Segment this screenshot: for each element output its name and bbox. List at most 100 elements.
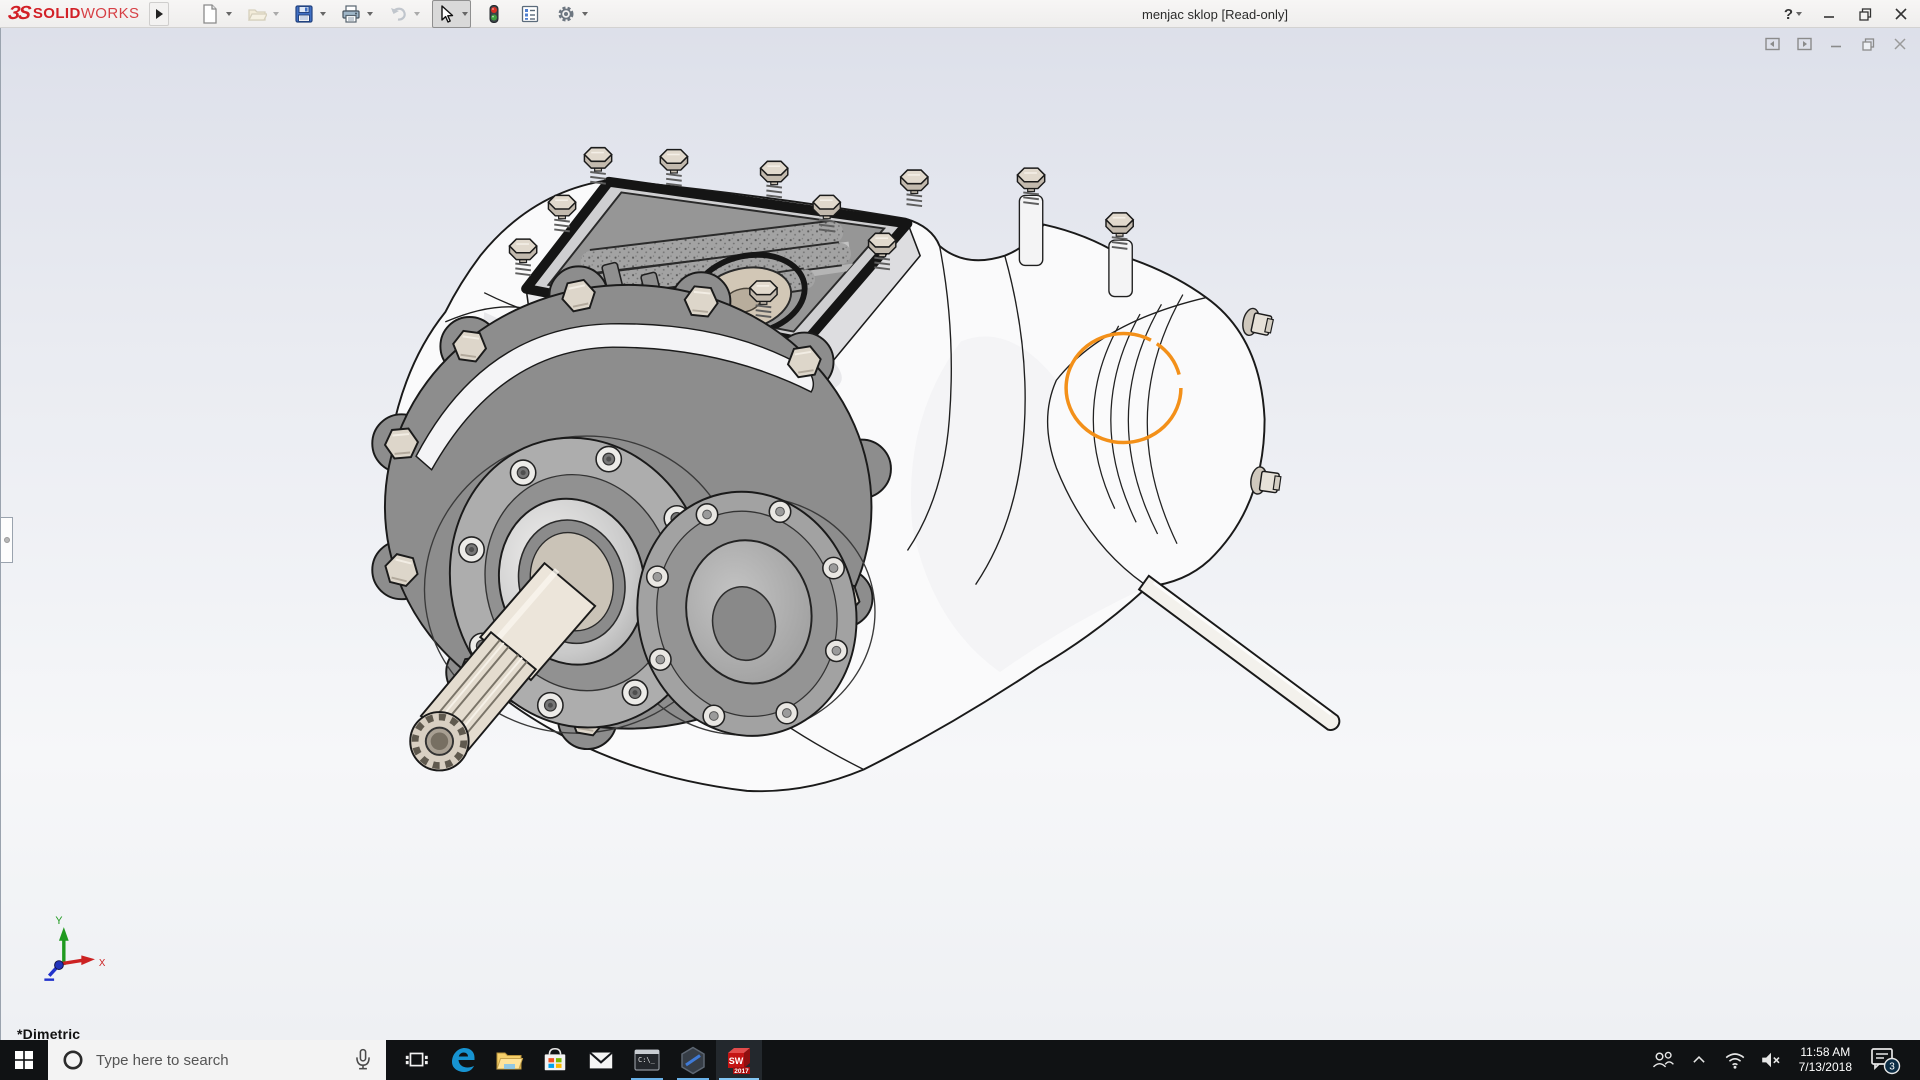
print-icon bbox=[341, 4, 361, 24]
svg-text:C:\_: C:\_ bbox=[638, 1056, 656, 1064]
chevron-up-icon bbox=[1688, 1049, 1710, 1071]
select-cursor-icon bbox=[436, 4, 456, 24]
output-shaft bbox=[1139, 576, 1339, 730]
wifi-icon bbox=[1723, 1048, 1747, 1072]
store-icon bbox=[541, 1046, 569, 1074]
taskbar-app-store[interactable] bbox=[532, 1040, 578, 1080]
quick-access-toolbar bbox=[197, 0, 598, 27]
save-button[interactable] bbox=[291, 1, 317, 27]
options-gear-icon bbox=[556, 4, 576, 24]
feature-panel-collapsed-tab[interactable] bbox=[1, 517, 13, 563]
document-window-controls bbox=[1760, 34, 1912, 54]
clock-time: 11:58 AM bbox=[1800, 1045, 1850, 1060]
taskbar-apps: C:\_ SW 2017 bbox=[394, 1040, 762, 1080]
solidworks-logo-icon: ЗS bbox=[6, 3, 30, 25]
toolbar-flyout-button[interactable] bbox=[149, 2, 169, 26]
file-properties-icon bbox=[520, 4, 540, 24]
rebuild-button[interactable] bbox=[481, 1, 507, 27]
system-tray: 11:58 AM 7/13/2018 3 bbox=[1647, 1040, 1920, 1080]
save-floppy-icon bbox=[294, 4, 314, 24]
window-controls: ? bbox=[1778, 0, 1916, 28]
volume-button[interactable] bbox=[1755, 1040, 1787, 1080]
windows-logo-icon bbox=[15, 1051, 33, 1069]
hexagon-app-icon bbox=[678, 1045, 708, 1075]
doc-close-icon bbox=[1894, 38, 1906, 50]
new-document-button[interactable] bbox=[197, 1, 223, 27]
taskbar-app-hex[interactable] bbox=[670, 1040, 716, 1080]
help-button[interactable]: ? bbox=[1778, 2, 1808, 26]
doc-minimize-button[interactable] bbox=[1824, 34, 1848, 54]
cortana-icon bbox=[60, 1047, 86, 1073]
solidworks-app-icon: SW 2017 bbox=[724, 1045, 754, 1075]
taskbar-app-mail[interactable] bbox=[578, 1040, 624, 1080]
taskbar-app-file-explorer[interactable] bbox=[486, 1040, 532, 1080]
tray-expand-button[interactable] bbox=[1683, 1040, 1715, 1080]
restore-button[interactable] bbox=[1850, 2, 1880, 26]
windows-taskbar: Type here to search bbox=[0, 1040, 1920, 1080]
doc-close-button[interactable] bbox=[1888, 34, 1912, 54]
pane-left-icon bbox=[1765, 37, 1780, 51]
restore-icon bbox=[1859, 8, 1872, 21]
flyout-arrow-icon bbox=[156, 9, 163, 19]
mail-icon bbox=[587, 1046, 615, 1074]
volume-muted-icon bbox=[1759, 1048, 1783, 1072]
doc-restore-icon bbox=[1862, 38, 1875, 51]
action-center-button[interactable]: 3 bbox=[1864, 1040, 1904, 1080]
select-tool-button[interactable] bbox=[433, 1, 459, 27]
undo-button[interactable] bbox=[385, 1, 411, 27]
action-center-icon: 3 bbox=[1867, 1043, 1901, 1077]
graphics-area[interactable]: Y X bbox=[0, 28, 1920, 1040]
taskbar-clock[interactable]: 11:58 AM 7/13/2018 bbox=[1791, 1045, 1860, 1075]
close-icon bbox=[1895, 8, 1907, 20]
document-title: menjac sklop [Read-only] bbox=[1142, 7, 1288, 22]
svg-text:2017: 2017 bbox=[734, 1068, 749, 1075]
options-button[interactable] bbox=[553, 1, 579, 27]
people-button[interactable] bbox=[1647, 1040, 1679, 1080]
pane-right-button[interactable] bbox=[1792, 34, 1816, 54]
gearbox-model[interactable] bbox=[372, 148, 1339, 792]
panel-tab-grip-icon bbox=[4, 537, 10, 543]
save-dropdown[interactable] bbox=[317, 1, 328, 27]
taskbar-app-edge[interactable] bbox=[440, 1040, 486, 1080]
undo-dropdown[interactable] bbox=[411, 1, 422, 27]
taskbar-app-solidworks[interactable]: SW 2017 bbox=[716, 1040, 762, 1080]
microphone-icon[interactable] bbox=[350, 1046, 376, 1074]
print-button[interactable] bbox=[338, 1, 364, 27]
solidworks-logo: ЗS SOLIDWORKS bbox=[0, 0, 149, 27]
pane-right-icon bbox=[1797, 37, 1812, 51]
triad-x-label: X bbox=[99, 958, 106, 969]
clock-date: 7/13/2018 bbox=[1799, 1060, 1852, 1075]
help-dropdown-icon bbox=[1796, 12, 1802, 16]
network-button[interactable] bbox=[1719, 1040, 1751, 1080]
open-document-dropdown[interactable] bbox=[270, 1, 281, 27]
new-document-dropdown[interactable] bbox=[223, 1, 234, 27]
open-document-button[interactable] bbox=[244, 1, 270, 27]
people-icon bbox=[1650, 1047, 1676, 1073]
titlebar: ЗS SOLIDWORKS bbox=[0, 0, 1920, 28]
rebuild-traffic-light-icon bbox=[484, 4, 504, 24]
new-document-icon bbox=[200, 4, 220, 24]
edge-icon bbox=[448, 1045, 478, 1075]
select-tool-dropdown[interactable] bbox=[459, 1, 470, 27]
pane-left-button[interactable] bbox=[1760, 34, 1784, 54]
taskbar-search[interactable]: Type here to search bbox=[48, 1040, 386, 1080]
file-properties-button[interactable] bbox=[517, 1, 543, 27]
start-button[interactable] bbox=[0, 1040, 48, 1080]
doc-restore-button[interactable] bbox=[1856, 34, 1880, 54]
file-explorer-icon bbox=[494, 1045, 524, 1075]
print-dropdown[interactable] bbox=[364, 1, 375, 27]
options-dropdown[interactable] bbox=[579, 1, 590, 27]
orientation-triad: Y X bbox=[44, 915, 105, 979]
task-view-icon bbox=[403, 1046, 431, 1074]
model-canvas[interactable]: Y X bbox=[1, 28, 1920, 1040]
task-view-button[interactable] bbox=[394, 1040, 440, 1080]
notification-badge: 3 bbox=[1889, 1062, 1895, 1073]
close-button[interactable] bbox=[1886, 2, 1916, 26]
solidworks-window: ЗS SOLIDWORKS bbox=[0, 0, 1920, 1080]
svg-text:SW: SW bbox=[729, 1056, 744, 1066]
minimize-button[interactable] bbox=[1814, 2, 1844, 26]
triad-y-label: Y bbox=[55, 915, 62, 927]
open-folder-icon bbox=[247, 4, 267, 24]
taskbar-app-command-prompt[interactable]: C:\_ bbox=[624, 1040, 670, 1080]
minimize-icon bbox=[1823, 8, 1835, 20]
